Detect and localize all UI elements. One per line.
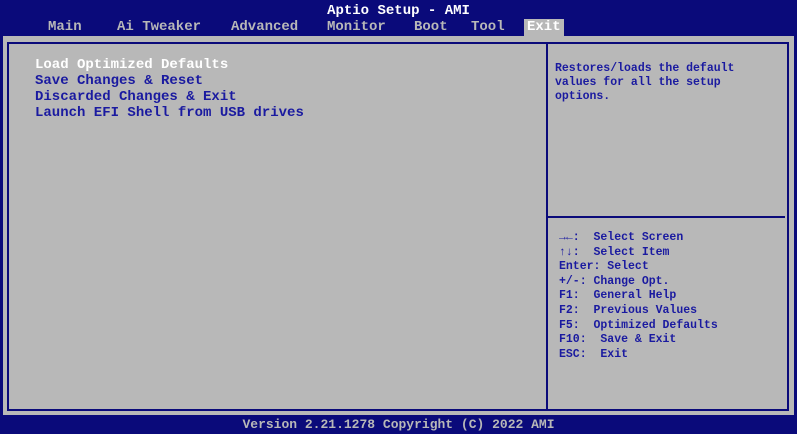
tab-tool[interactable]: Tool [468,19,508,36]
key-help-f10: F10: Save & Exit [559,333,677,347]
tab-exit[interactable]: Exit [524,19,564,36]
vertical-divider [546,42,548,411]
menu-item-load-optimized-defaults[interactable]: Load Optimized Defaults [35,57,304,73]
help-divider [548,216,785,218]
tab-bar: Main Ai Tweaker Advanced Monitor Boot To… [0,19,797,36]
app-title: Aptio Setup - AMI [327,3,470,19]
key-help-list: →←: Select Screen ↑↓: Select Item Enter:… [559,231,718,362]
tab-main[interactable]: Main [45,19,85,36]
key-help-select-item: ↑↓: Select Item [559,245,670,259]
menu-item-save-changes-reset[interactable]: Save Changes & Reset [35,73,304,89]
key-help-select-screen: →←: Select Screen [559,231,684,244]
menu-item-discard-changes-exit[interactable]: Discarded Changes & Exit [35,89,304,105]
main-panel: Load Optimized Defaults Save Changes & R… [3,36,794,415]
key-help-f5: F5: Optimized Defaults [559,318,718,332]
exit-menu: Load Optimized Defaults Save Changes & R… [35,57,304,121]
tab-ai-tweaker[interactable]: Ai Tweaker [114,19,204,36]
key-help-f1: F1: General Help [559,289,677,303]
key-help-enter: Enter: Select [559,260,649,274]
tab-monitor[interactable]: Monitor [324,19,389,36]
menu-item-launch-efi-shell[interactable]: Launch EFI Shell from USB drives [35,105,304,121]
version-footer: Version 2.21.1278 Copyright (C) 2022 AMI [242,417,555,432]
key-help-f2: F2: Previous Values [559,303,698,317]
key-help-esc: ESC: Exit [559,347,629,361]
tab-boot[interactable]: Boot [411,19,451,36]
key-help-change-opt: +/-: Change Opt. [559,274,670,288]
item-help-text: Restores/loads the default values for al… [555,62,735,103]
tab-advanced[interactable]: Advanced [228,19,301,36]
